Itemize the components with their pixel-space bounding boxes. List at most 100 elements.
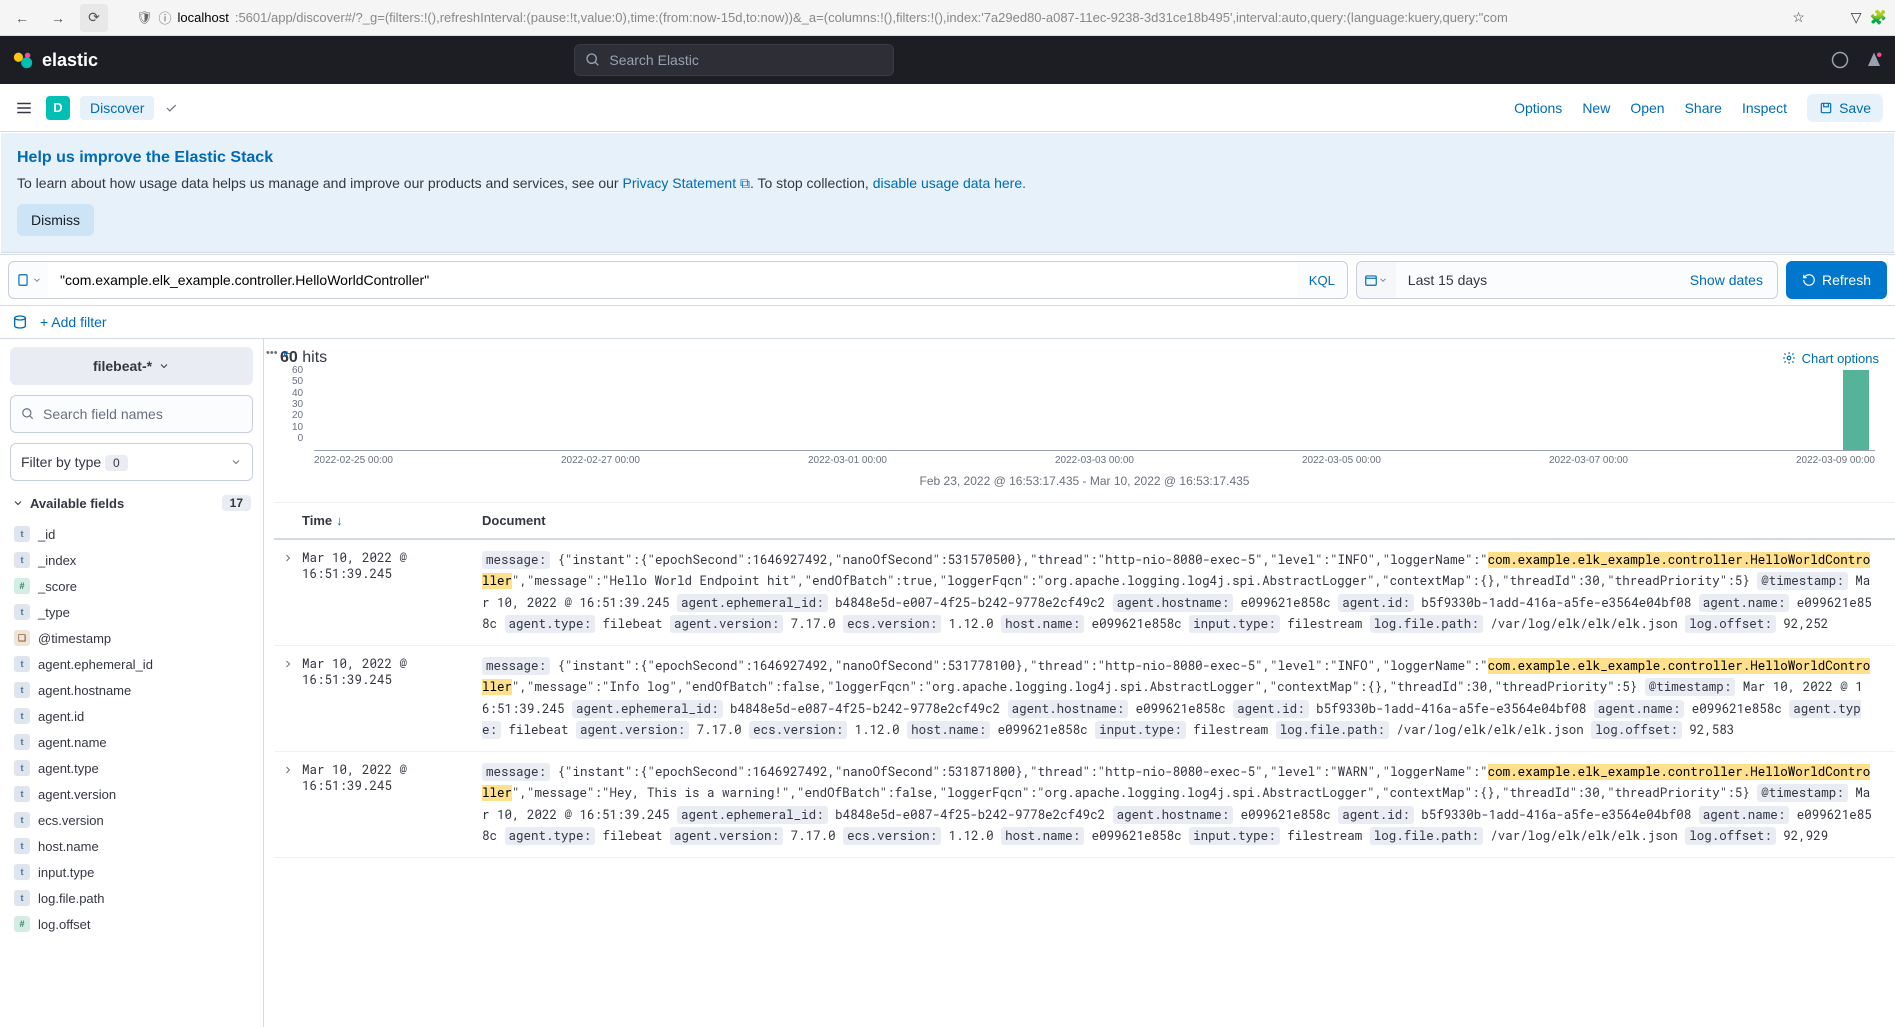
- filter-icon: [16, 273, 30, 287]
- index-pattern-selector[interactable]: filebeat-*: [10, 347, 253, 385]
- date-range-display[interactable]: Last 15 days: [1396, 261, 1676, 299]
- field-item[interactable]: tagent.type: [10, 755, 253, 781]
- field-type-icon: t: [14, 786, 30, 802]
- field-type-icon: t: [14, 552, 30, 568]
- nav-inspect[interactable]: Inspect: [1742, 100, 1787, 116]
- star-icon[interactable]: ☆: [1792, 9, 1805, 26]
- column-document[interactable]: Document: [482, 513, 1895, 528]
- elastic-brand: elastic: [42, 50, 98, 71]
- row-document: message: {"instant":{"epochSecond":16469…: [482, 656, 1895, 741]
- expand-row-button[interactable]: [274, 550, 302, 635]
- refresh-button[interactable]: Refresh: [1786, 261, 1887, 299]
- global-search[interactable]: Search Elastic: [574, 44, 894, 76]
- chevron-down-icon: [230, 456, 242, 468]
- field-item[interactable]: #log.offset: [10, 911, 253, 937]
- search-icon: [21, 407, 35, 421]
- nav-open[interactable]: Open: [1630, 100, 1664, 116]
- filter-by-type[interactable]: Filter by type 0: [10, 443, 253, 481]
- pocket-icon[interactable]: ▽: [1851, 9, 1862, 26]
- add-filter-button[interactable]: + Add filter: [40, 314, 107, 330]
- show-dates-button[interactable]: Show dates: [1676, 261, 1778, 299]
- collapse-icon[interactable]: ⇤: [284, 347, 293, 360]
- extensions-icon[interactable]: 🧩: [1870, 9, 1887, 26]
- app-header: D Discover Options New Open Share Inspec…: [0, 84, 1895, 132]
- url-path: :5601/app/discover#/?_g=(filters:!(),ref…: [235, 10, 1508, 25]
- field-type-icon: t: [14, 890, 30, 906]
- help-icon[interactable]: [1831, 51, 1849, 69]
- field-type-icon: t: [14, 682, 30, 698]
- table-row: Mar 10, 2022 @ 16:51:39.245 message: {"i…: [274, 646, 1895, 752]
- date-quick-select[interactable]: [1356, 261, 1396, 299]
- field-item[interactable]: tagent.name: [10, 729, 253, 755]
- breadcrumb-app[interactable]: Discover: [80, 96, 154, 120]
- field-item[interactable]: thost.name: [10, 833, 253, 859]
- row-time: Mar 10, 2022 @ 16:51:39.245: [302, 550, 482, 635]
- field-item[interactable]: tecs.version: [10, 807, 253, 833]
- back-button[interactable]: ←: [8, 4, 36, 32]
- hamburger-icon: [15, 99, 33, 117]
- field-type-icon: t: [14, 656, 30, 672]
- field-item[interactable]: #_score: [10, 573, 253, 599]
- field-name: _type: [38, 605, 70, 620]
- nav-options[interactable]: Options: [1514, 100, 1562, 116]
- forward-button[interactable]: →: [44, 4, 72, 32]
- nav-share[interactable]: Share: [1685, 100, 1722, 116]
- field-list: t_idt_index#_scoret_type❏@timestamptagen…: [10, 521, 253, 937]
- url-bar[interactable]: 🛡 ⓘ localhost:5601/app/discover#/?_g=(fi…: [116, 8, 1784, 27]
- elastic-logo-icon: [12, 49, 34, 71]
- nav-new[interactable]: New: [1582, 100, 1610, 116]
- more-icon[interactable]: •••: [266, 347, 278, 360]
- reload-button[interactable]: ⟳: [80, 4, 108, 32]
- histogram-chart[interactable]: 6050403020100 2022-02-25 00:002022-02-27…: [264, 371, 1895, 502]
- field-item[interactable]: t_type: [10, 599, 253, 625]
- field-name: host.name: [38, 839, 99, 854]
- chart-options-button[interactable]: Chart options: [1782, 351, 1879, 366]
- chevron-down-icon: [158, 360, 170, 372]
- disk-icon[interactable]: [12, 314, 28, 330]
- elastic-logo[interactable]: elastic: [12, 49, 98, 71]
- expand-row-button[interactable]: [274, 762, 302, 847]
- global-search-placeholder: Search Elastic: [609, 52, 698, 68]
- field-name: agent.version: [38, 787, 116, 802]
- field-name: _id: [38, 527, 55, 542]
- field-name: agent.type: [38, 761, 99, 776]
- query-input[interactable]: [48, 261, 1297, 299]
- field-item[interactable]: tinput.type: [10, 859, 253, 885]
- browser-toolbar: ← → ⟳ 🛡 ⓘ localhost:5601/app/discover#/?…: [0, 0, 1895, 36]
- sidebar-collapse-tools: ••• ⇤: [266, 347, 293, 360]
- save-button[interactable]: Save: [1807, 94, 1883, 122]
- query-options-button[interactable]: [8, 261, 48, 299]
- chevron-down-icon: [1378, 275, 1388, 285]
- table-row: Mar 10, 2022 @ 16:51:39.245 message: {"i…: [274, 752, 1895, 858]
- space-selector[interactable]: D: [46, 96, 70, 120]
- field-item[interactable]: t_id: [10, 521, 253, 547]
- field-item[interactable]: t_index: [10, 547, 253, 573]
- chevron-right-icon: [282, 764, 294, 776]
- field-item[interactable]: tagent.id: [10, 703, 253, 729]
- field-item[interactable]: t agent.version: [10, 781, 253, 807]
- field-item[interactable]: ❏@timestamp: [10, 625, 253, 651]
- field-name: input.type: [38, 865, 94, 880]
- field-search-input[interactable]: Search field names: [10, 395, 253, 433]
- chevron-right-icon: [282, 552, 294, 564]
- column-time[interactable]: Time↓: [302, 513, 482, 528]
- query-bar: KQL Last 15 days Show dates Refresh: [0, 254, 1895, 306]
- field-item[interactable]: t agent.hostname: [10, 677, 253, 703]
- field-item[interactable]: tlog.file.path: [10, 885, 253, 911]
- nav-toggle-button[interactable]: [12, 96, 36, 120]
- kql-toggle[interactable]: KQL: [1297, 261, 1348, 299]
- telemetry-banner: Help us improve the Elastic Stack To lea…: [1, 133, 1894, 253]
- field-name: agent.hostname: [38, 683, 131, 698]
- banner-text: To learn about how usage data helps us m…: [17, 175, 1878, 192]
- field-item[interactable]: tagent.ephemeral_id: [10, 651, 253, 677]
- newsfeed-icon[interactable]: [1865, 51, 1883, 69]
- chevron-down-icon: [32, 275, 42, 285]
- save-icon: [1819, 101, 1833, 115]
- disable-link[interactable]: disable usage data here.: [873, 175, 1026, 191]
- info-icon: ⓘ: [159, 8, 172, 27]
- field-name: _score: [38, 579, 77, 594]
- dismiss-button[interactable]: Dismiss: [17, 204, 94, 236]
- expand-row-button[interactable]: [274, 656, 302, 741]
- privacy-link[interactable]: Privacy Statement ⧉: [622, 175, 750, 191]
- available-fields-header[interactable]: Available fields 17: [10, 491, 253, 515]
